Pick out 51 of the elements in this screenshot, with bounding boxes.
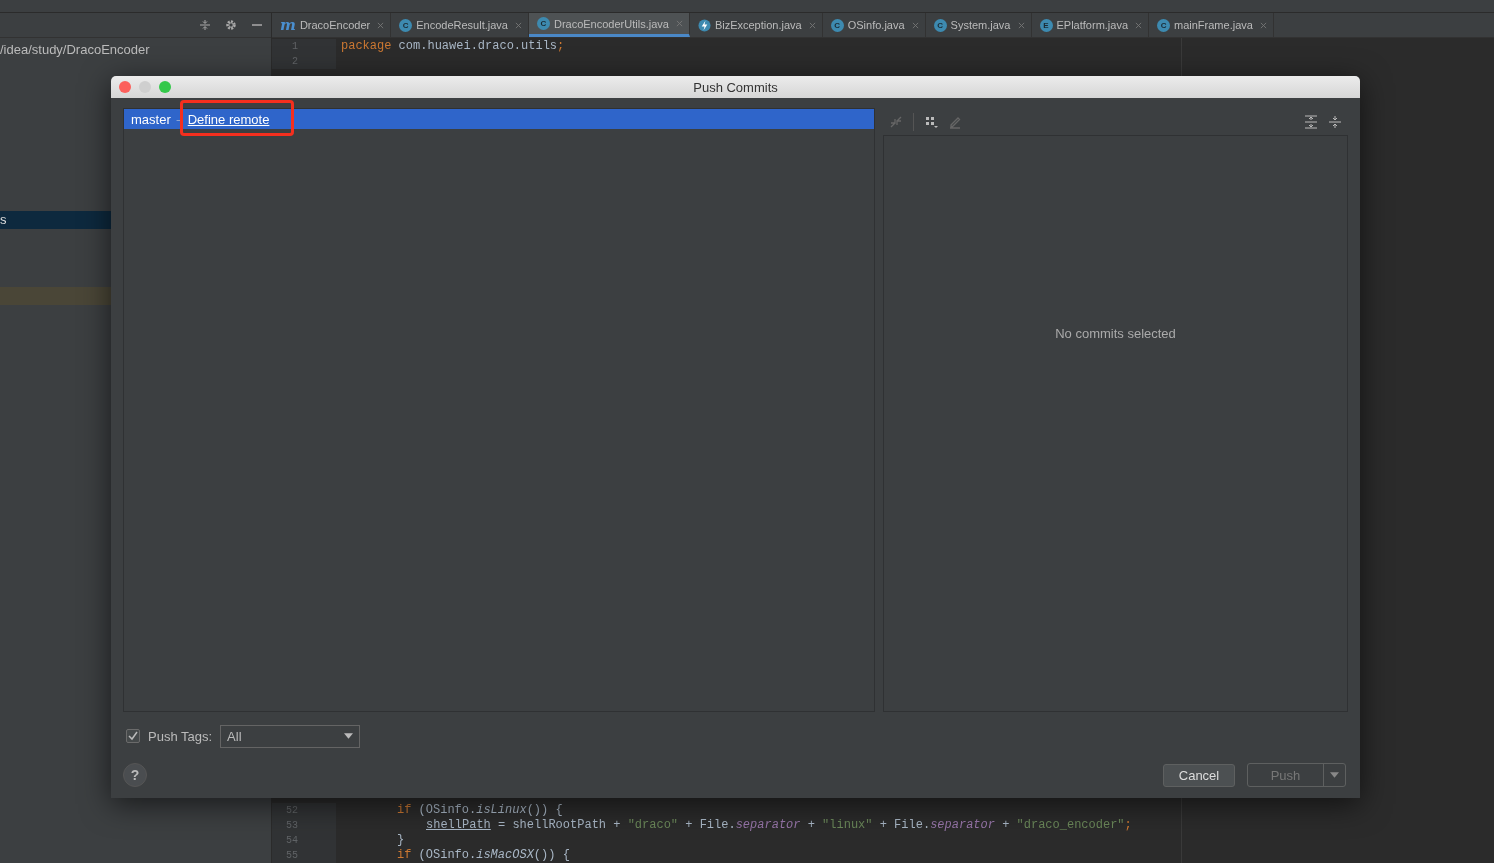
settings-icon[interactable]	[225, 19, 237, 31]
editor-tab[interactable]: BizException.java	[689, 13, 823, 37]
close-icon[interactable]	[1259, 21, 1267, 29]
help-button[interactable]: ?	[123, 763, 147, 787]
code-line: if (OSinfo.isLinux()) {	[397, 803, 563, 818]
editor-tab[interactable]: C EncodeResult.java	[391, 13, 529, 37]
lightning-icon	[697, 18, 711, 32]
editor-tab[interactable]: C OSinfo.java	[822, 13, 926, 37]
class-icon: C	[536, 17, 550, 30]
empty-message: No commits selected	[1055, 326, 1176, 341]
cancel-button[interactable]: Cancel	[1163, 763, 1235, 787]
branch-name: master	[131, 111, 171, 127]
close-icon[interactable]	[911, 21, 919, 29]
class-icon: C	[830, 18, 844, 32]
class-icon: C	[933, 18, 947, 32]
collapse-icon[interactable]	[199, 19, 211, 31]
class-icon: C	[1157, 18, 1171, 32]
tree-row[interactable]	[0, 287, 111, 305]
zoom-window-button[interactable]	[159, 81, 171, 93]
close-icon[interactable]	[675, 20, 683, 27]
editor-tab[interactable]: C mainFrame.java	[1149, 13, 1274, 37]
module-icon: m	[280, 16, 296, 34]
code-line: shellPath = shellRootPath + "draco" + File.separator + "linux" + File.separator + "draco_encoder";	[426, 818, 1132, 833]
code-line: }	[397, 833, 405, 848]
expand-all-icon[interactable]	[1304, 114, 1318, 129]
code-line: package com.huawei.draco.utils;	[341, 39, 565, 54]
tags-dropdown[interactable]: All	[220, 724, 361, 748]
close-window-button[interactable]	[119, 81, 131, 93]
editor-tab[interactable]: m DracoEncoder	[272, 13, 392, 37]
class-icon: C	[399, 18, 413, 32]
collapse-all-icon[interactable]	[1328, 114, 1342, 129]
close-icon[interactable]	[514, 21, 522, 29]
checkbox[interactable]	[126, 729, 140, 743]
push-tags-label: Push Tags:	[148, 728, 213, 744]
close-icon[interactable]	[1135, 21, 1143, 29]
define-remote-link[interactable]: Define remote	[187, 111, 270, 127]
class-icon: E	[1039, 18, 1053, 32]
close-icon[interactable]	[1017, 21, 1025, 29]
merge-icon[interactable]	[889, 114, 903, 129]
code-line: if (OSinfo.isMacOSX()) {	[397, 848, 570, 863]
editor-tab[interactable]: C DracoEncoderUtils.java	[528, 13, 690, 37]
close-icon[interactable]	[808, 21, 816, 29]
grid-icon[interactable]	[924, 114, 938, 129]
dialog-title: Push Commits	[693, 79, 778, 95]
caret-icon[interactable]	[344, 733, 354, 739]
editor-tab[interactable]: C System.java	[925, 13, 1032, 37]
editor-tab[interactable]: E EPlatform.java	[1031, 13, 1150, 37]
close-icon[interactable]	[377, 21, 385, 29]
tree-item[interactable]: s	[0, 211, 111, 229]
project-path: /idea/study/DracoEncoder	[0, 41, 151, 57]
minimize-window-button[interactable]	[139, 81, 151, 93]
